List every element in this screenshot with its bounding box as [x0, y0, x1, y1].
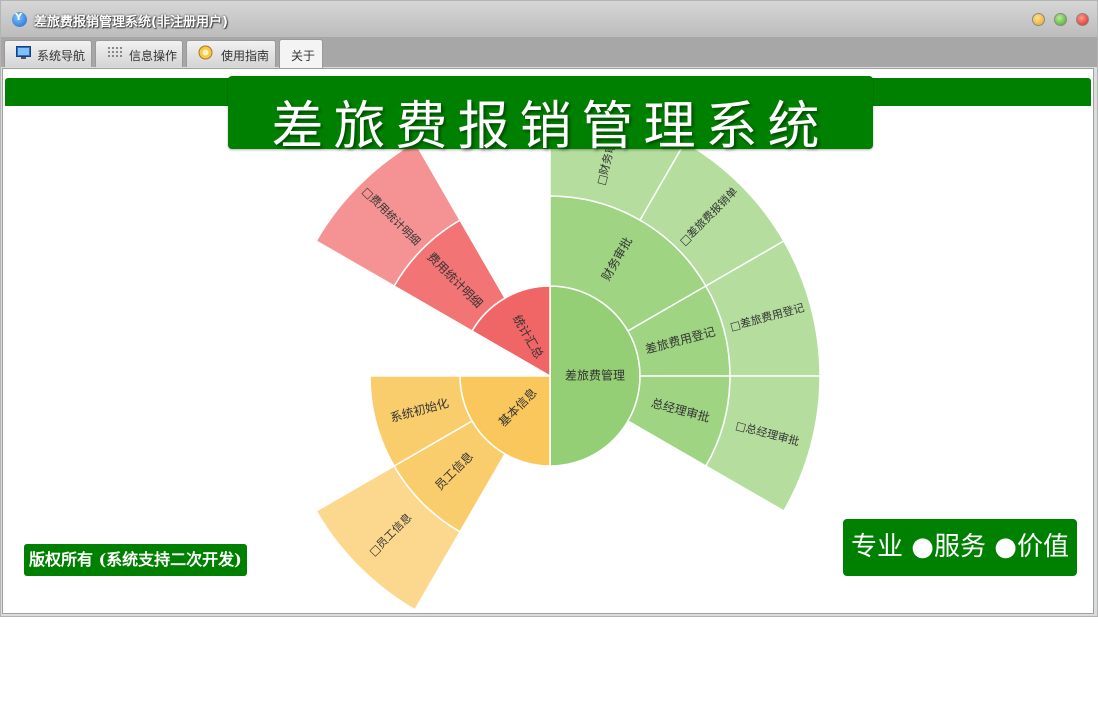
banner-title: 差旅费报销管理系统 [271, 97, 830, 157]
sunburst-label: 差旅费管理 [565, 368, 625, 383]
banner: 差旅费报销管理系统 [228, 76, 873, 157]
copyright-badge: 版权所有 (系统支持二次开发) [24, 544, 247, 576]
slogan-badge: 专业 ●服务 ●价值 [843, 519, 1077, 576]
